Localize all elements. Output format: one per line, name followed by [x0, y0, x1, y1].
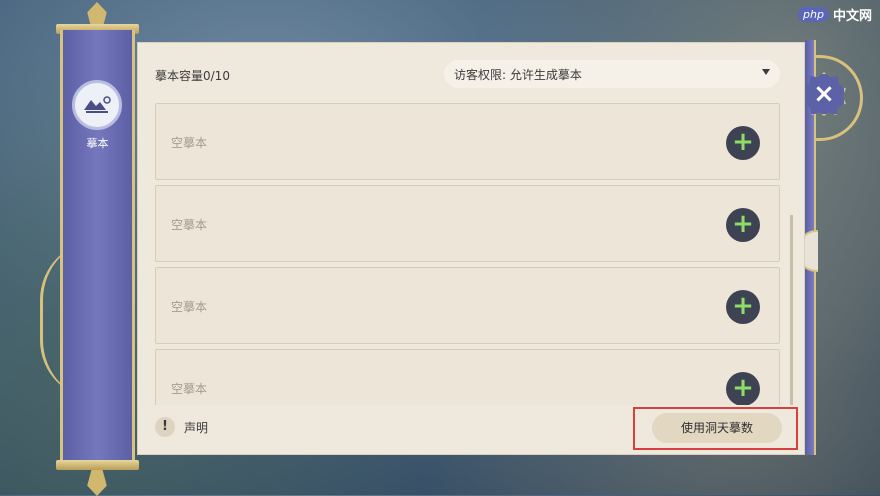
- add-button[interactable]: +: [726, 126, 760, 160]
- slot-label: 空摹本: [171, 218, 208, 232]
- add-button[interactable]: +: [726, 290, 760, 324]
- list-item: 空摹本 +: [155, 103, 780, 180]
- blueprint-list[interactable]: 空摹本 + 空摹本 + 空摹本 + 空摹本 +: [155, 103, 780, 405]
- blueprint-mountain-icon-svg: [84, 96, 111, 113]
- chevron-down-icon: [762, 69, 770, 75]
- exclamation-icon: !: [155, 417, 175, 437]
- sidebar-item-label[interactable]: 摹本: [60, 135, 135, 151]
- capacity-label: 摹本容量0/10: [155, 69, 230, 83]
- add-button[interactable]: +: [726, 208, 760, 242]
- slot-label: 空摹本: [171, 300, 208, 314]
- highlight-box: [633, 407, 798, 450]
- watermark: php 中文网: [798, 5, 872, 24]
- notice-label: 声明: [184, 420, 209, 435]
- watermark-site: 中文网: [832, 9, 872, 24]
- list-item: 空摹本 +: [155, 349, 780, 405]
- list-item: 空摹本 +: [155, 267, 780, 344]
- add-button[interactable]: +: [726, 372, 760, 405]
- notice-link[interactable]: ! 声明: [155, 417, 208, 437]
- scrollbar[interactable]: [790, 215, 793, 405]
- permission-value: 访客权限: 允许生成摹本: [454, 67, 582, 82]
- close-icon: ×: [813, 79, 835, 109]
- watermark-brand: php: [798, 7, 829, 22]
- list-item: 空摹本 +: [155, 185, 780, 262]
- permission-dropdown[interactable]: 访客权限: 允许生成摹本: [444, 60, 780, 88]
- pillar-cap: [56, 460, 139, 470]
- blueprint-mountain-icon[interactable]: [72, 80, 122, 130]
- slot-label: 空摹本: [171, 382, 208, 396]
- slot-label: 空摹本: [171, 136, 208, 150]
